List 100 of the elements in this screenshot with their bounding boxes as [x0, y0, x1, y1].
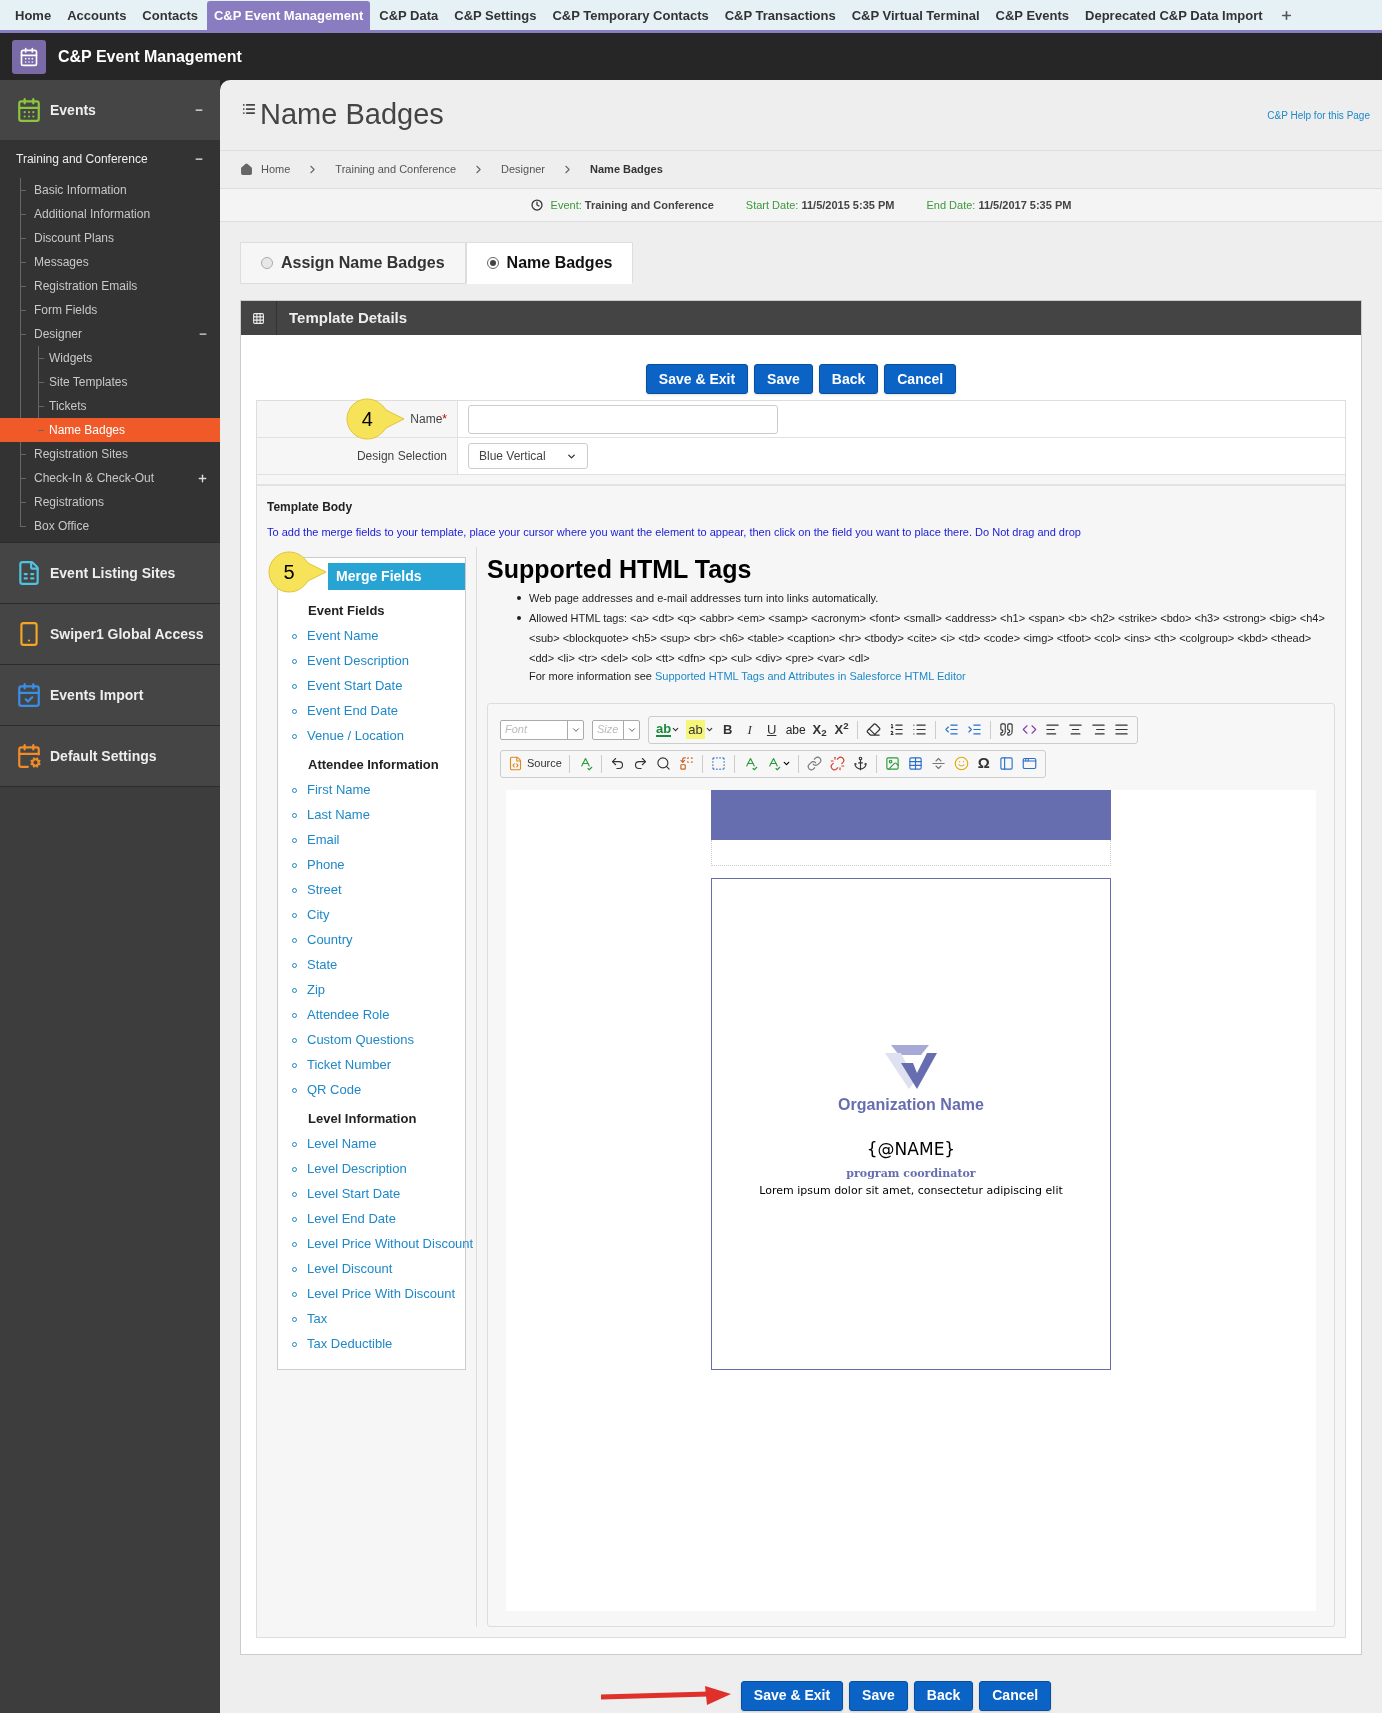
nav-tab[interactable]: Deprecated C&P Data Import — [1078, 1, 1270, 30]
underline-button[interactable]: U — [760, 718, 783, 741]
sidebar-item[interactable]: Tickets — [0, 394, 220, 418]
horizontal-rule-icon[interactable] — [930, 756, 946, 771]
action-button[interactable]: Save & Exit — [740, 1680, 844, 1711]
merge-field-link[interactable]: City — [307, 905, 330, 925]
align-right-icon[interactable] — [1090, 722, 1106, 737]
table-icon[interactable] — [907, 756, 923, 771]
nav-tab[interactable]: C&P Data — [372, 1, 446, 30]
action-button[interactable]: Cancel — [979, 1680, 1052, 1711]
sidebar-item[interactable]: Basic Information — [0, 178, 220, 202]
merge-field-link[interactable]: Custom Questions — [307, 1030, 414, 1050]
merge-field-link[interactable]: Level Price With Discount — [307, 1284, 456, 1304]
bold-button[interactable]: B — [716, 718, 739, 741]
breadcrumb-link[interactable]: Name Badges — [590, 161, 663, 178]
merge-field-link[interactable]: Tax Deductible — [307, 1334, 393, 1354]
help-link[interactable]: C&P Help for this Page — [1267, 107, 1370, 123]
sidebar-item[interactable]: Discount Plans — [0, 226, 220, 250]
sidebar-module[interactable]: Events — [0, 80, 220, 140]
caret-icon[interactable] — [781, 759, 791, 768]
redo-icon[interactable] — [632, 756, 648, 771]
code-icon[interactable] — [1021, 722, 1037, 737]
outdent-icon[interactable] — [943, 722, 959, 737]
merge-field-link[interactable]: Level Start Date — [307, 1184, 401, 1204]
merge-field-link[interactable]: Attendee Role — [307, 1005, 390, 1025]
merge-field-link[interactable]: Event End Date — [307, 701, 399, 721]
merge-field-link[interactable]: Last Name — [307, 805, 370, 825]
nav-tab[interactable]: C&P Transactions — [717, 1, 843, 30]
add-tab-icon[interactable] — [1279, 9, 1293, 22]
unlink-icon[interactable] — [829, 756, 845, 771]
eraser-icon[interactable] — [865, 722, 881, 737]
source-button[interactable]: Source — [505, 752, 565, 775]
bulleted-list-icon[interactable] — [911, 722, 927, 737]
italic-button[interactable]: I — [738, 718, 761, 741]
breadcrumb-link[interactable]: Home — [261, 161, 291, 178]
merge-field-link[interactable]: Event Description — [307, 651, 409, 671]
sidebar-module[interactable]: Swiper1 Global Access — [0, 604, 220, 664]
sidebar-item[interactable]: Form Fields — [0, 298, 220, 322]
nav-tab[interactable]: C&P Settings — [447, 1, 544, 30]
merge-field-link[interactable]: Zip — [307, 980, 326, 1000]
action-button[interactable]: Back — [818, 364, 879, 394]
home-icon[interactable] — [240, 163, 253, 176]
subscript-button[interactable]: X$_{2}$ — [808, 718, 831, 741]
sidebar-item[interactable]: Registrations — [0, 490, 220, 514]
action-button[interactable]: Save — [849, 1680, 908, 1711]
action-button[interactable]: Save & Exit — [645, 364, 749, 394]
breadcrumb-link[interactable]: Designer — [501, 161, 546, 178]
merge-field-link[interactable]: Level Description — [307, 1159, 407, 1179]
event-item[interactable]: Training and Conference — [0, 140, 220, 178]
merge-field-link[interactable]: Phone — [307, 855, 345, 875]
nav-tab[interactable]: Contacts — [135, 1, 205, 30]
sidebar-item[interactable]: Check-In & Check-Out — [0, 466, 220, 490]
nav-tab[interactable]: C&P Event Management — [207, 1, 371, 30]
sidebar-item[interactable]: Designer — [0, 322, 220, 346]
merge-field-link[interactable]: Tax — [307, 1309, 328, 1329]
sidebar-module[interactable]: Events Import — [0, 665, 220, 725]
merge-field-link[interactable]: State — [307, 955, 338, 975]
merge-field-link[interactable]: Level Discount — [307, 1259, 393, 1279]
nav-tab[interactable]: C&P Virtual Terminal — [844, 1, 987, 30]
sidebar-item[interactable]: Registration Emails — [0, 274, 220, 298]
editor-canvas[interactable]: Organization Name {@NAME} program coordinator Lorem ipsum dolor sit amet, consectetur adipiscing elit — [506, 789, 1316, 1611]
merge-field-link[interactable]: Venue / Location — [307, 726, 404, 746]
replace-icon[interactable] — [678, 756, 694, 771]
action-button[interactable]: Back — [913, 1680, 974, 1711]
merge-field-link[interactable]: Level End Date — [307, 1209, 396, 1229]
sidebar-item[interactable]: Site Templates — [0, 370, 220, 394]
text-color-button[interactable]: ab — [653, 718, 684, 741]
merge-field-link[interactable]: Ticket Number — [307, 1055, 392, 1075]
nav-tab[interactable]: C&P Events — [988, 1, 1077, 30]
action-button[interactable]: Cancel — [884, 364, 957, 394]
nav-tab[interactable]: C&P Temporary Contacts — [545, 1, 716, 30]
merge-field-link[interactable]: QR Code — [307, 1080, 362, 1100]
align-left-icon[interactable] — [1044, 722, 1060, 737]
name-field[interactable] — [468, 404, 778, 434]
select-all-icon[interactable] — [710, 756, 726, 771]
merge-field-link[interactable]: Street — [307, 880, 342, 900]
merge-field-link[interactable]: Country — [307, 930, 353, 950]
design-select[interactable]: Blue Vertical — [468, 443, 588, 469]
sidebar-item[interactable]: Additional Information — [0, 202, 220, 226]
anchor-icon[interactable] — [852, 756, 868, 771]
merge-field-link[interactable]: Event Start Date — [307, 676, 403, 696]
sidebar-item[interactable]: Messages — [0, 250, 220, 274]
undo-icon[interactable] — [609, 756, 625, 771]
page-break-icon[interactable] — [998, 756, 1014, 771]
sidebar-module[interactable]: Event Listing Sites — [0, 543, 220, 603]
numbered-list-icon[interactable] — [888, 722, 904, 737]
indent-icon[interactable] — [966, 722, 982, 737]
merge-field-link[interactable]: Email — [307, 830, 340, 850]
mode-tab[interactable]: Name Badges — [465, 242, 634, 284]
merge-field-link[interactable]: Level Price Without Discount — [307, 1234, 474, 1254]
sidebar-item[interactable]: Registration Sites — [0, 442, 220, 466]
nav-tab[interactable]: Home — [8, 1, 59, 30]
window-icon[interactable] — [1021, 756, 1037, 771]
special-character-button[interactable]: Ω — [972, 752, 995, 775]
html-tags-link[interactable]: Supported HTML Tags and Attributes in Salesforce HTML Editor — [654, 670, 966, 682]
search-icon[interactable] — [655, 756, 671, 771]
nav-tab[interactable]: Accounts — [60, 1, 134, 30]
merge-field-link[interactable]: Level Name — [307, 1134, 377, 1154]
link-icon[interactable] — [806, 756, 822, 771]
action-button[interactable]: Save — [754, 364, 813, 394]
